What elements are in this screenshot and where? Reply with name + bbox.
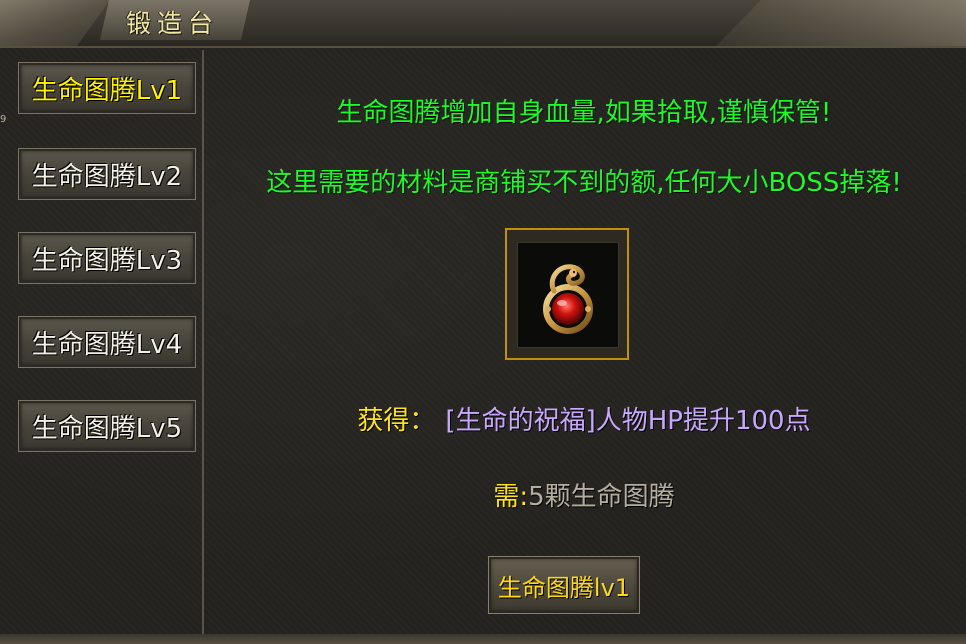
title-bar: 锻造台 [0, 0, 966, 48]
sidebar: 生命图腾Lv1 生命图腾Lv2 生命图腾Lv3 生命图腾Lv4 生命图腾Lv5 [6, 50, 204, 634]
description-line-1: 生命图腾增加自身血量,如果拾取,谨慎保管! [336, 98, 832, 128]
sidebar-item-lv2[interactable]: 生命图腾Lv2 [18, 148, 196, 200]
description-line-2: 这里需要的材料是商铺买不到的额,任何大小BOSS掉落! [266, 168, 902, 198]
requirement-label: 需: [493, 482, 529, 512]
reward-label: 获得： [357, 406, 436, 436]
reward-value: [生命的祝福]人物HP提升100点 [445, 406, 811, 436]
forge-button[interactable]: 生命图腾lv1 [488, 556, 640, 614]
item-slot[interactable] [505, 228, 629, 360]
sidebar-item-lv3[interactable]: 生命图腾Lv3 [18, 232, 196, 284]
serpent-amulet-icon [543, 264, 593, 334]
window-title: 锻造台 [126, 9, 220, 38]
sidebar-item-lv4[interactable]: 生命图腾Lv4 [18, 316, 196, 368]
bottom-border [0, 634, 966, 644]
right-ornament [716, 0, 966, 46]
requirement-row: 需:5颗生命图腾 [206, 476, 962, 513]
main-panel: 生命图腾增加自身血量,如果拾取,谨慎保管! 这里需要的材料是商铺买不到的额,任何… [206, 50, 966, 634]
sidebar-item-lv1[interactable]: 生命图腾Lv1 [18, 62, 196, 114]
forge-window: 锻造台 9 生命图腾Lv1 生命图腾Lv2 生命图腾Lv3 生命图腾Lv4 生命… [0, 0, 966, 644]
item-slot-inner [517, 242, 619, 348]
sidebar-item-lv5[interactable]: 生命图腾Lv5 [18, 400, 196, 452]
left-ornament [0, 0, 110, 46]
reward-row: 获得： [生命的祝福]人物HP提升100点 [206, 400, 962, 437]
requirement-value: 5颗生命图腾 [528, 482, 675, 512]
